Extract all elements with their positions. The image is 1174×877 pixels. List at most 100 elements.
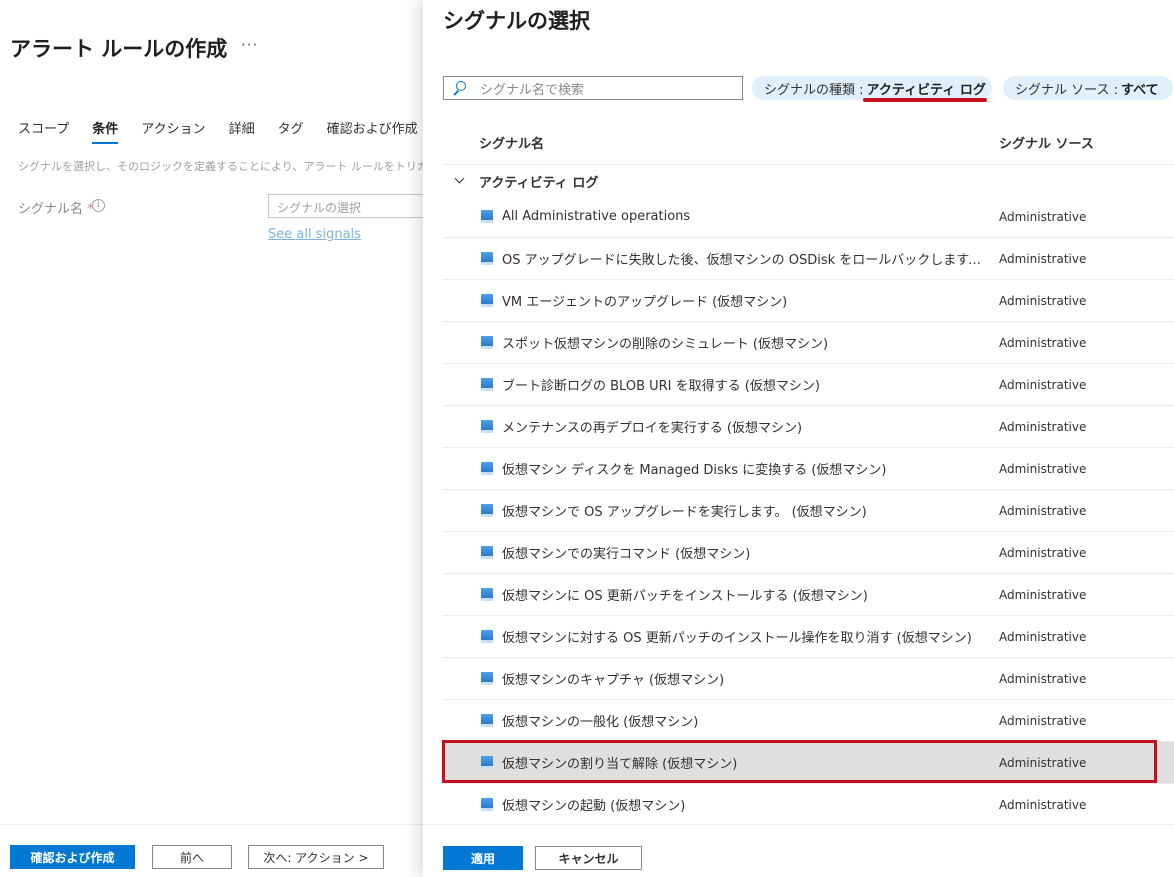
signal-row[interactable]: 仮想マシンでの実行コマンド (仮想マシン) Administrative (443, 532, 1174, 574)
signal-name-label-text: シグナル名 (18, 202, 84, 217)
signal-row[interactable]: 仮想マシンの一般化 (仮想マシン) Administrative (443, 700, 1174, 742)
signal-row-name: OS アップグレードに失敗した後、仮想マシンの OSDisk をロールバックしま… (502, 253, 992, 268)
signal-type-filter[interactable]: シグナルの種類 : アクティビティ ログ (752, 76, 992, 100)
left-footer: 確認および作成 前へ 次へ: アクション > (0, 824, 423, 877)
signal-row-source: Administrative (999, 797, 1087, 812)
filter-highlight-underline (863, 98, 987, 102)
activity-log-icon (480, 797, 494, 812)
signal-row[interactable]: 仮想マシンの割り当て解除 (仮想マシン) Administrative (443, 742, 1174, 784)
condition-description: シグナルを選択し、そのロジックを定義することにより、アラート ルールをトリガーす… (18, 160, 423, 173)
more-options-icon[interactable]: ··· (241, 36, 258, 54)
activity-log-icon (480, 293, 494, 308)
group-header-activity-log[interactable]: アクティビティ ログ (443, 168, 598, 194)
tab-details[interactable]: 詳細 (229, 118, 255, 140)
activity-log-icon (480, 209, 494, 224)
search-icon (452, 81, 466, 95)
activity-log-icon (480, 587, 494, 602)
tab-scope[interactable]: スコープ (18, 118, 69, 140)
signal-select-input[interactable]: シグナルの選択 (268, 194, 423, 218)
activity-log-icon (480, 713, 494, 728)
panel-footer: 適用 キャンセル (423, 824, 1174, 877)
create-alert-rule-page: アラート ルールの作成 ··· スコープ 条件 アクション 詳細 タグ 確認およ… (0, 0, 423, 877)
signal-row-source: Administrative (999, 461, 1087, 476)
signal-row-source: Administrative (999, 755, 1087, 770)
signal-search-input[interactable]: シグナル名で検索 (443, 76, 743, 100)
signal-row-name: 仮想マシンのキャプチャ (仮想マシン) (502, 673, 725, 688)
signal-source-filter-label: シグナル ソース : (1015, 82, 1118, 98)
panel-title: シグナルの選択 (443, 9, 590, 33)
tab-condition[interactable]: 条件 (92, 118, 119, 144)
apply-button[interactable]: 適用 (443, 846, 523, 870)
signal-type-filter-label: シグナルの種類 : (764, 82, 864, 98)
signal-row[interactable]: 仮想マシンに対する OS 更新パッチのインストール操作を取り消す (仮想マシン)… (443, 616, 1174, 658)
page-title: アラート ルールの作成 (10, 37, 228, 61)
signal-source-filter[interactable]: シグナル ソース : すべて (1003, 76, 1173, 100)
chevron-down-icon[interactable] (455, 176, 465, 186)
signal-row-source: Administrative (999, 419, 1087, 434)
next-actions-button[interactable]: 次へ: アクション > (248, 845, 384, 869)
signal-row-source: Administrative (999, 671, 1087, 686)
activity-log-icon (480, 629, 494, 644)
signal-row-name: 仮想マシンに対する OS 更新パッチのインストール操作を取り消す (仮想マシン) (502, 631, 972, 646)
signal-row-source: Administrative (999, 293, 1087, 308)
activity-log-icon (480, 503, 494, 518)
signal-row-source: Administrative (999, 377, 1087, 392)
signal-row[interactable]: All Administrative operations Administrat… (443, 196, 1174, 238)
signal-row[interactable]: メンテナンスの再デプロイを実行する (仮想マシン) Administrative (443, 406, 1174, 448)
select-signal-panel: シグナルの選択 シグナル名で検索 シグナルの種類 : アクティビティ ログ シグ… (423, 0, 1174, 877)
signal-row-name: All Administrative operations (502, 209, 691, 224)
header-divider (443, 164, 1174, 165)
signal-row[interactable]: 仮想マシンに OS 更新パッチをインストールする (仮想マシン) Administ… (443, 574, 1174, 616)
signal-source-filter-value: すべて (1121, 82, 1159, 98)
tab-actions[interactable]: アクション (141, 118, 205, 140)
info-icon[interactable]: i (92, 199, 105, 212)
signal-row-source: Administrative (999, 503, 1087, 518)
signal-row-name: スポット仮想マシンの削除のシミュレート (仮想マシン) (502, 337, 829, 352)
signal-row-name: VM エージェントのアップグレード (仮想マシン) (502, 295, 788, 310)
activity-log-icon (480, 671, 494, 686)
signal-row-name: 仮想マシンの割り当て解除 (仮想マシン) (502, 757, 738, 772)
activity-log-icon (480, 419, 494, 434)
signal-row-source: Administrative (999, 251, 1087, 266)
signal-row[interactable]: VM エージェントのアップグレード (仮想マシン) Administrative (443, 280, 1174, 322)
see-all-signals-link[interactable]: See all signals (268, 227, 361, 242)
review-create-button[interactable]: 確認および作成 (10, 845, 135, 869)
activity-log-icon (480, 545, 494, 560)
wizard-tabs: スコープ 条件 アクション 詳細 タグ 確認および作成 (18, 118, 423, 144)
signal-row-source: Administrative (999, 209, 1087, 224)
signal-row-name: 仮想マシンの起動 (仮想マシン) (502, 799, 686, 814)
signal-row-name: 仮想マシンでの実行コマンド (仮想マシン) (502, 547, 751, 562)
signal-row[interactable]: スポット仮想マシンの削除のシミュレート (仮想マシン) Administrativ… (443, 322, 1174, 364)
signal-row-source: Administrative (999, 713, 1087, 728)
tab-review-create[interactable]: 確認および作成 (327, 118, 418, 140)
signal-row-name: 仮想マシンに OS 更新パッチをインストールする (仮想マシン) (502, 589, 868, 604)
signal-row[interactable]: 仮想マシン ディスクを Managed Disks に変換する (仮想マシン) A… (443, 448, 1174, 490)
signal-row-name: 仮想マシンの一般化 (仮想マシン) (502, 715, 699, 730)
signal-row[interactable]: ブート診断ログの BLOB URI を取得する (仮想マシン) Administr… (443, 364, 1174, 406)
column-header-signal-source[interactable]: シグナル ソース (999, 133, 1094, 152)
signal-row-name: 仮想マシンで OS アップグレードを実行します。 (仮想マシン) (502, 505, 867, 520)
signal-row-name: メンテナンスの再デプロイを実行する (仮想マシン) (502, 421, 803, 436)
activity-log-icon (480, 251, 494, 266)
activity-log-icon (480, 755, 494, 770)
signal-row[interactable]: 仮想マシンで OS アップグレードを実行します。 (仮想マシン) Administ… (443, 490, 1174, 532)
signal-row-source: Administrative (999, 545, 1087, 560)
signal-row[interactable]: 仮想マシンの起動 (仮想マシン) Administrative (443, 784, 1174, 826)
signal-row-source: Administrative (999, 587, 1087, 602)
signal-row-name: ブート診断ログの BLOB URI を取得する (仮想マシン) (502, 379, 820, 394)
group-label: アクティビティ ログ (479, 175, 599, 191)
signal-row-name: 仮想マシン ディスクを Managed Disks に変換する (仮想マシン) (502, 463, 887, 478)
signal-row-source: Administrative (999, 629, 1087, 644)
signal-row-source: Administrative (999, 335, 1087, 350)
signal-name-label: シグナル名 * (18, 198, 94, 217)
signal-row[interactable]: 仮想マシンのキャプチャ (仮想マシン) Administrative (443, 658, 1174, 700)
activity-log-icon (480, 461, 494, 476)
previous-button[interactable]: 前へ (152, 845, 232, 869)
search-placeholder: シグナル名で検索 (480, 82, 585, 98)
column-header-signal-name[interactable]: シグナル名 (479, 133, 544, 152)
cancel-button[interactable]: キャンセル (535, 846, 642, 870)
activity-log-icon (480, 377, 494, 392)
signal-row[interactable]: OS アップグレードに失敗した後、仮想マシンの OSDisk をロールバックしま… (443, 238, 1174, 280)
activity-log-icon (480, 335, 494, 350)
tab-tags[interactable]: タグ (278, 118, 304, 140)
